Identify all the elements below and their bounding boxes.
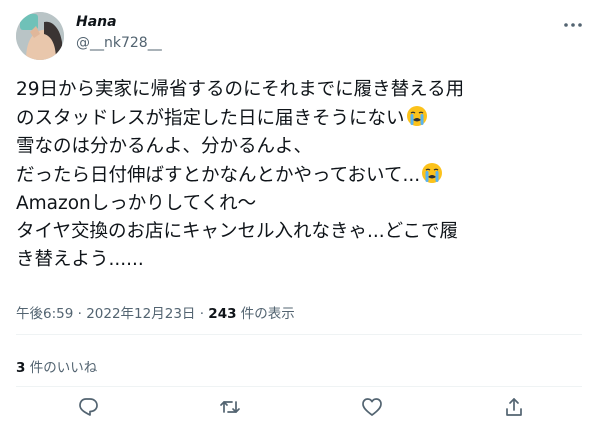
loudly-crying-face-icon [420, 161, 444, 185]
retweet-icon[interactable] [219, 396, 243, 420]
likes-count: 3 [16, 360, 26, 376]
avatar[interactable] [16, 12, 64, 60]
divider [16, 386, 582, 387]
tweet-line-text: だったら日付伸ばすとかなんとかやっておいて... [16, 165, 421, 186]
meta-separator: · [195, 306, 209, 322]
divider [16, 334, 582, 335]
view-count: 243 [208, 306, 237, 322]
tweet-line: タイヤ交換のお店にキャンセル入れなきゃ...どこで履 [16, 221, 459, 242]
tweet-time[interactable]: 午後6:59 [16, 306, 73, 322]
loudly-crying-face-icon [405, 104, 429, 128]
tweet-meta: 午後6:59 · 2022年12月23日 · 243 件の表示 [16, 302, 295, 322]
reply-icon[interactable] [77, 396, 101, 420]
tweet-line-with-emoji: のスタッドレスが指定した日に届きそうにない [16, 104, 586, 133]
likes-summary[interactable]: 3 件のいいね [16, 356, 97, 376]
likes-label: 件のいいね [25, 360, 98, 376]
tweet-line: 29日から実家に帰省するのにそれまでに履き替える用 [16, 79, 465, 100]
tweet-line: Amazonしっかりしてくれ〜 [16, 193, 257, 214]
tweet-line: き替えよう...... [16, 249, 144, 270]
tweet-date[interactable]: 2022年12月23日 [86, 306, 195, 322]
display-name[interactable]: Hana [76, 14, 117, 30]
meta-separator: · [73, 306, 87, 322]
more-options-icon[interactable] [562, 14, 584, 36]
tweet-line-with-emoji: だったら日付伸ばすとかなんとかやっておいて... [16, 161, 586, 190]
share-icon[interactable] [503, 396, 527, 420]
tweet-text: 29日から実家に帰省するのにそれまでに履き替える用 のスタッドレスが指定した日に… [16, 76, 586, 274]
view-label: 件の表示 [236, 306, 295, 322]
like-icon[interactable] [361, 396, 385, 420]
action-bar [0, 396, 598, 426]
tweet-line-text: のスタッドレスが指定した日に届きそうにない [16, 108, 405, 129]
tweet-line: 雪なのは分かるんよ、分かるんよ、 [16, 136, 313, 157]
user-handle[interactable]: @__nk728__ [76, 35, 162, 51]
